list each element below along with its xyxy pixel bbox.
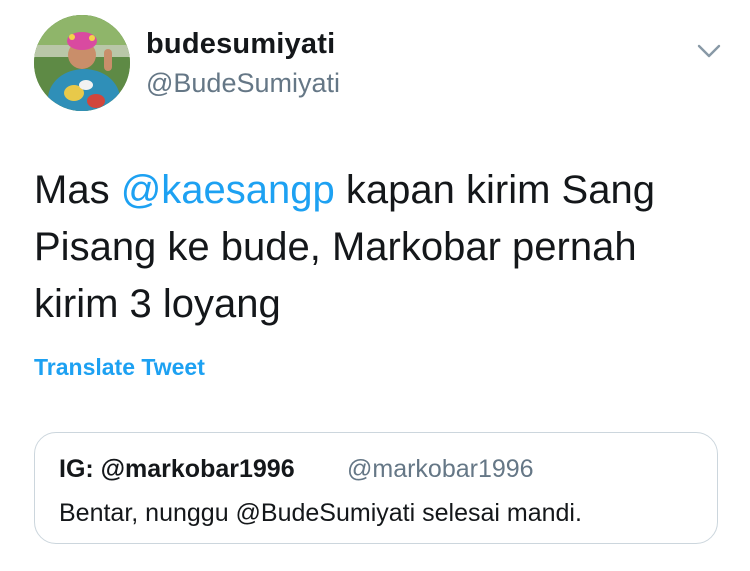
quoted-text: Bentar, nunggu @BudeSumiyati selesai man… bbox=[59, 499, 582, 527]
tweet-text-part: Mas bbox=[34, 168, 121, 212]
author-display-name[interactable]: budesumiyati bbox=[146, 28, 335, 61]
translate-tweet-link[interactable]: Translate Tweet bbox=[34, 354, 205, 381]
author-handle[interactable]: @BudeSumiyati bbox=[146, 68, 340, 99]
avatar[interactable] bbox=[34, 15, 130, 111]
quoted-display-name: IG: @markobar1996 bbox=[59, 455, 295, 483]
quoted-handle: @markobar1996 bbox=[347, 455, 534, 483]
mention-link[interactable]: @kaesangp bbox=[121, 168, 335, 212]
quoted-tweet[interactable]: IG: @markobar1996 @markobar1996 Bentar, … bbox=[34, 432, 718, 544]
tweet-card: budesumiyati @BudeSumiyati Mas @kaesangp… bbox=[0, 0, 750, 571]
tweet-menu-button[interactable] bbox=[696, 38, 722, 64]
avatar-image bbox=[34, 15, 130, 111]
chevron-down-icon bbox=[697, 44, 721, 58]
tweet-text: Mas @kaesangp kapan kirim Sang Pisang ke… bbox=[34, 162, 724, 333]
